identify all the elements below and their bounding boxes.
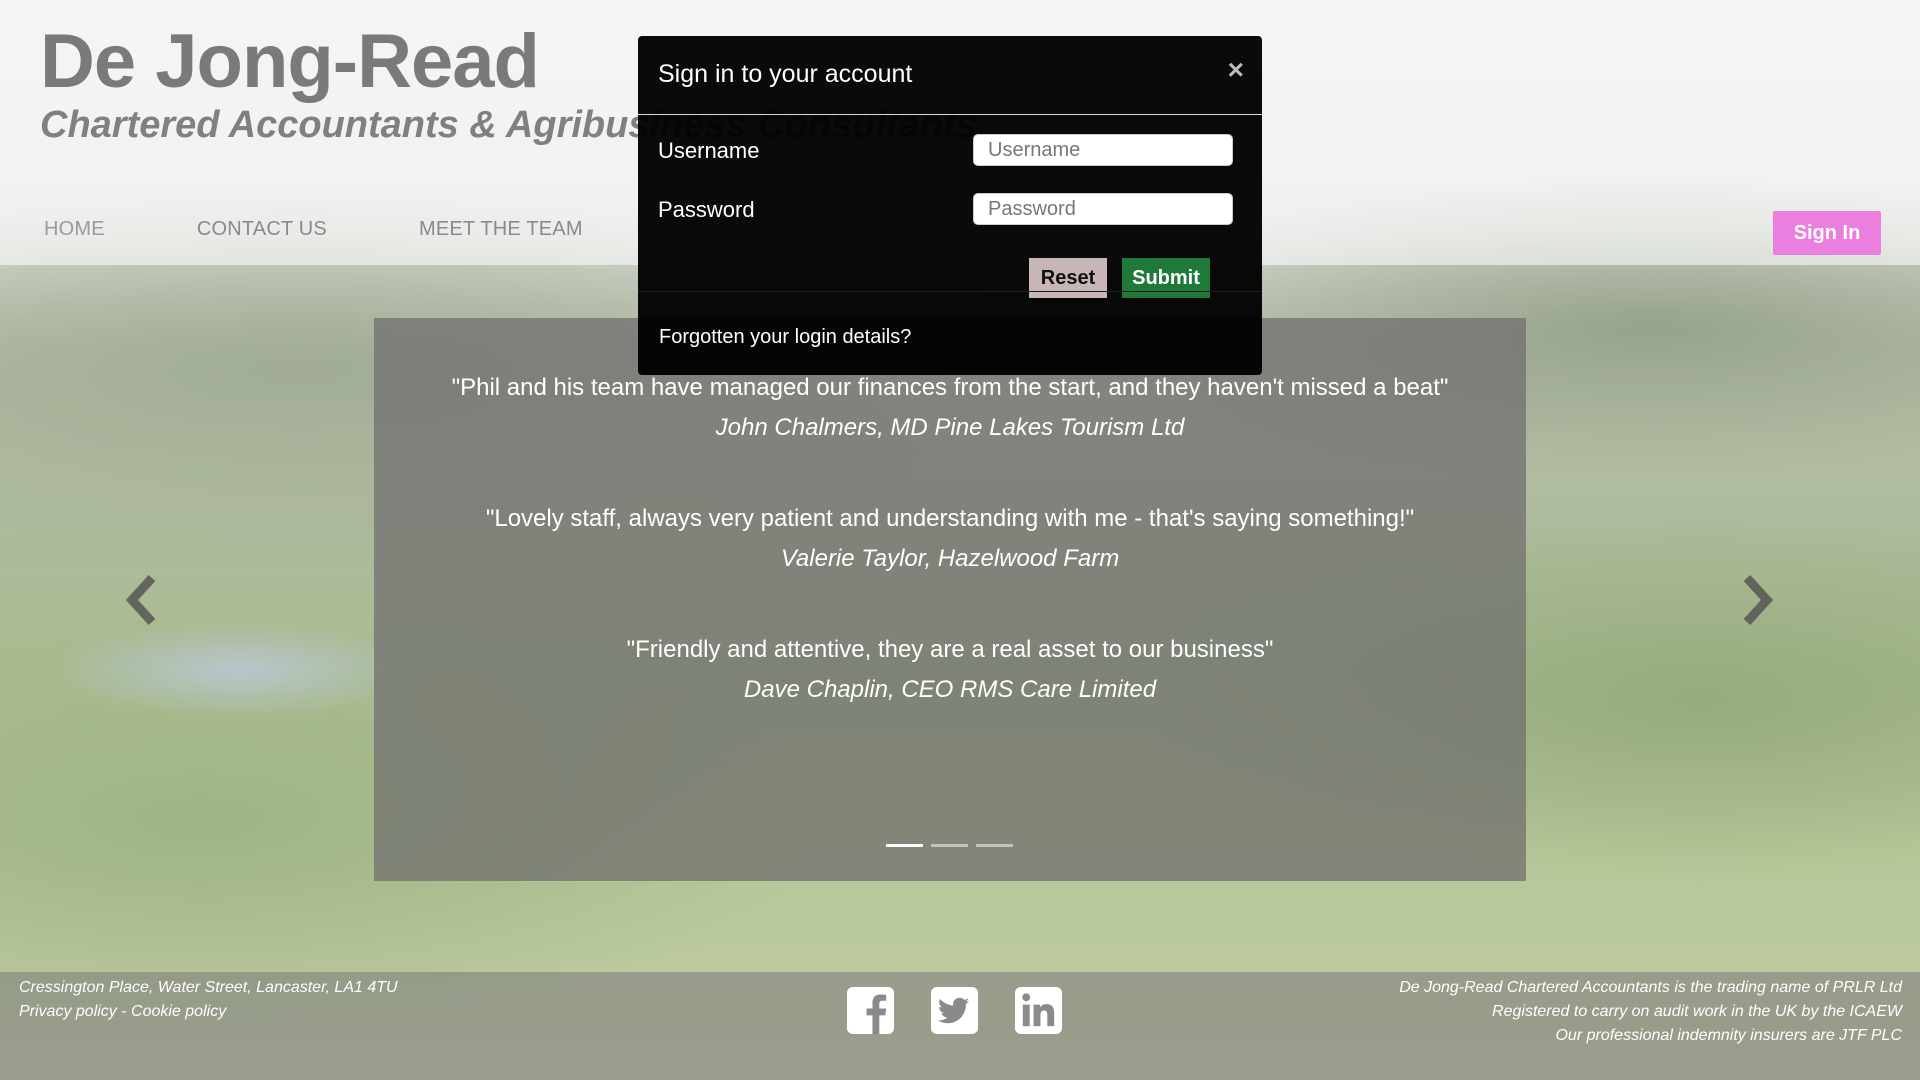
testimonial-item: "Friendly and attentive, they are a real… bbox=[374, 636, 1526, 704]
footer-legal: De Jong-Read Chartered Accountants is th… bbox=[1399, 976, 1902, 1048]
footer-link-separator: - bbox=[116, 1003, 132, 1020]
modal-title: Sign in to your account bbox=[658, 60, 913, 88]
site-title[interactable]: De Jong-Read bbox=[40, 18, 540, 105]
legal-line: Registered to carry on audit work in the… bbox=[1492, 1003, 1902, 1020]
carousel-indicator-3[interactable] bbox=[976, 844, 1013, 847]
linkedin-icon[interactable] bbox=[1014, 986, 1063, 1035]
testimonial-item: "Phil and his team have managed our fina… bbox=[374, 374, 1526, 442]
nav-item-contact-us[interactable]: CONTACT US bbox=[197, 218, 327, 241]
testimonial-quote: "Phil and his team have managed our fina… bbox=[451, 374, 1449, 401]
username-input[interactable] bbox=[973, 134, 1233, 166]
carousel-indicator-1[interactable] bbox=[886, 844, 923, 847]
privacy-policy-link[interactable]: Privacy policy bbox=[19, 1003, 117, 1020]
social-links bbox=[846, 986, 1063, 1035]
footer-address: Cressington Place, Water Street, Lancast… bbox=[19, 979, 398, 996]
modal-header: Sign in to your account × bbox=[638, 36, 1262, 115]
testimonial-author: Valerie Taylor, Hazelwood Farm bbox=[780, 545, 1120, 572]
username-label: Username bbox=[658, 138, 760, 163]
twitter-icon[interactable] bbox=[930, 986, 979, 1035]
carousel-indicators bbox=[886, 844, 1013, 847]
password-label: Password bbox=[658, 197, 755, 222]
legal-line: De Jong-Read Chartered Accountants is th… bbox=[1399, 979, 1902, 996]
footer-contact: Cressington Place, Water Street, Lancast… bbox=[19, 976, 398, 1024]
carousel-indicator-2[interactable] bbox=[931, 844, 968, 847]
site-footer: Cressington Place, Water Street, Lancast… bbox=[0, 972, 1920, 1080]
testimonial-author: Dave Chaplin, CEO RMS Care Limited bbox=[743, 676, 1157, 703]
nav-item-meet-the-team[interactable]: MEET THE TEAM bbox=[419, 218, 583, 241]
testimonial-quote: "Friendly and attentive, they are a real… bbox=[626, 636, 1274, 663]
testimonial-carousel: "Phil and his team have managed our fina… bbox=[374, 318, 1526, 881]
sign-in-button[interactable]: Sign In bbox=[1773, 211, 1881, 255]
password-input[interactable] bbox=[973, 193, 1233, 225]
cookie-policy-link[interactable]: Cookie policy bbox=[131, 1003, 226, 1020]
main-nav: HOME CONTACT US MEET THE TEAM bbox=[44, 218, 675, 241]
chevron-right-icon[interactable] bbox=[1737, 570, 1777, 630]
testimonial-author: John Chalmers, MD Pine Lakes Tourism Ltd bbox=[715, 414, 1185, 441]
close-icon[interactable]: × bbox=[1228, 56, 1244, 84]
forgot-login-link[interactable]: Forgotten your login details? bbox=[659, 326, 911, 349]
nav-item-home[interactable]: HOME bbox=[44, 218, 105, 241]
sign-in-modal: Sign in to your account × Username Passw… bbox=[638, 36, 1262, 375]
modal-footer: Forgotten your login details? bbox=[638, 291, 1262, 375]
legal-line: Our professional indemnity insurers are … bbox=[1555, 1027, 1902, 1044]
facebook-icon[interactable] bbox=[846, 986, 895, 1035]
chevron-left-icon[interactable] bbox=[122, 570, 162, 630]
testimonial-quote: "Lovely staff, always very patient and u… bbox=[485, 505, 1415, 532]
testimonial-item: "Lovely staff, always very patient and u… bbox=[374, 505, 1526, 573]
